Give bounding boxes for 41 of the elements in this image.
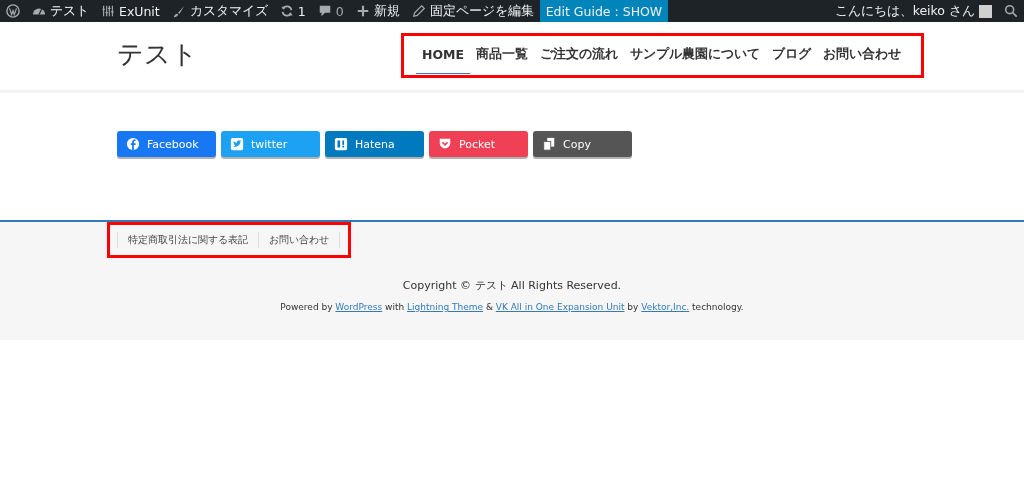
- footer-link[interactable]: お問い合わせ: [258, 232, 340, 248]
- admin-bar-item[interactable]: カスタマイズ: [165, 0, 274, 22]
- sliders-icon: [101, 4, 115, 18]
- copy-icon: [542, 137, 556, 151]
- credits-text: Powered by WordPress with Lightning Theme & VK All in One Expansion Unit by Vektor,Inc. technology.: [279, 302, 745, 312]
- account-menu[interactable]: こんにちは、keiko さん: [828, 0, 998, 22]
- share-button[interactable]: Copy: [533, 131, 632, 157]
- admin-bar-item[interactable]: 新規: [349, 0, 406, 22]
- speech-bubble-icon: [317, 4, 332, 18]
- admin-bar-item[interactable]: 1: [273, 0, 312, 22]
- credit-link[interactable]: Vektor,Inc.: [641, 302, 690, 312]
- admin-bar-item[interactable]: Edit Guide : SHOW: [539, 0, 669, 22]
- admin-bar-item[interactable]: ExUnit: [95, 0, 166, 22]
- credit-link[interactable]: WordPress: [335, 302, 383, 312]
- nav-item[interactable]: ブログ: [766, 36, 817, 74]
- nav-item[interactable]: 商品一覧: [470, 36, 534, 74]
- pencil-icon: [411, 4, 426, 18]
- admin-bar-item[interactable]: 固定ページを編集: [405, 0, 540, 22]
- nav-item[interactable]: ご注文の流れ: [534, 36, 624, 74]
- square-mark-icon: [334, 137, 348, 151]
- credit-link[interactable]: VK All in One Expansion Unit: [495, 302, 625, 312]
- share-button[interactable]: Pocket: [429, 131, 528, 157]
- admin-bar-item[interactable]: テスト: [26, 0, 95, 22]
- plus-icon: [355, 4, 370, 18]
- refresh-icon: [279, 4, 294, 18]
- bird-icon: [230, 137, 244, 151]
- nav-item[interactable]: HOME: [415, 36, 470, 74]
- site-title[interactable]: テスト: [117, 37, 198, 72]
- credit-link[interactable]: Lightning Theme: [407, 302, 483, 312]
- search-icon: [1004, 4, 1018, 18]
- nav-item[interactable]: サンプル農園について: [624, 36, 766, 74]
- avatar-icon: [979, 4, 992, 18]
- share-button[interactable]: Facebook: [117, 131, 216, 157]
- share-button[interactable]: Hatena: [325, 131, 424, 157]
- pocket-icon: [438, 137, 452, 151]
- nav-item[interactable]: お問い合わせ: [817, 36, 907, 74]
- copyright-text: Copyright © テスト All Rights Reserved.: [401, 278, 623, 293]
- wordpress-logo-icon: [6, 4, 20, 18]
- footer-link[interactable]: 特定商取引法に関する表記: [117, 232, 258, 248]
- admin-bar-item[interactable]: 0: [311, 0, 350, 22]
- facebook-icon: [126, 137, 140, 151]
